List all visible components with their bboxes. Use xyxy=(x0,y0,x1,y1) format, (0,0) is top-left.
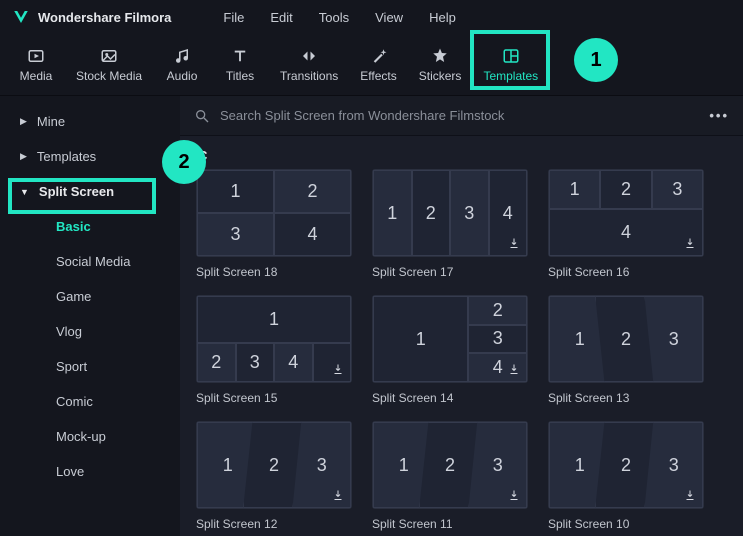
template-card[interactable]: 1 2 3 Split Screen 11 xyxy=(372,421,528,531)
template-label: Split Screen 16 xyxy=(548,265,704,279)
tool-templates[interactable]: Templates xyxy=(473,41,548,89)
tool-titles-label: Titles xyxy=(226,69,254,83)
download-icon[interactable] xyxy=(329,360,347,378)
transitions-icon xyxy=(298,47,320,65)
template-label: Split Screen 12 xyxy=(196,517,352,531)
template-thumb: 1 2 3 4 xyxy=(196,295,352,383)
menu-tools[interactable]: Tools xyxy=(319,10,349,25)
tool-stickers-label: Stickers xyxy=(419,69,462,83)
tool-effects-label: Effects xyxy=(360,69,396,83)
template-label: Split Screen 13 xyxy=(548,391,704,405)
template-card[interactable]: 1 2 3 4 Split Screen 17 xyxy=(372,169,528,279)
download-icon[interactable] xyxy=(505,486,523,504)
tool-audio-label: Audio xyxy=(167,69,198,83)
tool-transitions[interactable]: Transitions xyxy=(270,41,348,89)
toolbar: Media Stock Media Audio Titles Transitio… xyxy=(0,34,743,96)
tool-templates-label: Templates xyxy=(483,69,538,83)
annotation-badge-2: 2 xyxy=(162,140,206,184)
stock-media-icon xyxy=(98,47,120,65)
titles-icon xyxy=(229,47,251,65)
template-thumb: 1 2 3 4 xyxy=(372,169,528,257)
menu-view[interactable]: View xyxy=(375,10,403,25)
templates-icon xyxy=(500,47,522,65)
sidebar: ▶ Mine ▶ Templates ▼ Split Screen Basic … xyxy=(0,96,180,536)
sidebar-sub-love[interactable]: Love xyxy=(0,454,180,489)
download-icon[interactable] xyxy=(505,360,523,378)
template-card[interactable]: 1 2 3 4 Split Screen 18 xyxy=(196,169,352,279)
more-options-button[interactable]: ••• xyxy=(709,108,729,123)
sidebar-sub-mock-up[interactable]: Mock-up xyxy=(0,419,180,454)
template-card[interactable]: 1 2 3 Split Screen 12 xyxy=(196,421,352,531)
tool-stock-label: Stock Media xyxy=(76,69,142,83)
template-label: Split Screen 18 xyxy=(196,265,352,279)
menu-file[interactable]: File xyxy=(223,10,244,25)
category-indicator: C xyxy=(180,136,743,169)
download-icon[interactable] xyxy=(681,234,699,252)
sidebar-item-split-screen[interactable]: ▼ Split Screen xyxy=(0,174,180,209)
template-thumb: 1 2 3 4 xyxy=(196,169,352,257)
tool-media-label: Media xyxy=(20,69,53,83)
chevron-right-icon: ▶ xyxy=(20,116,27,127)
sidebar-sub-sport[interactable]: Sport xyxy=(0,349,180,384)
sidebar-sub-basic[interactable]: Basic xyxy=(0,209,180,244)
download-icon[interactable] xyxy=(505,234,523,252)
main-panel: Search Split Screen from Wondershare Fil… xyxy=(180,96,743,536)
template-thumb: 1 2 3 xyxy=(372,421,528,509)
template-label: Split Screen 15 xyxy=(196,391,352,405)
template-thumb: 1 2 3 xyxy=(548,421,704,509)
search-icon xyxy=(194,108,210,124)
template-thumb: 1 2 3 4 xyxy=(372,295,528,383)
template-label: Split Screen 10 xyxy=(548,517,704,531)
annotation-badge-1: 1 xyxy=(574,38,618,82)
search-placeholder: Search Split Screen from Wondershare Fil… xyxy=(220,108,699,123)
sidebar-sub-social-media[interactable]: Social Media xyxy=(0,244,180,279)
sidebar-item-mine[interactable]: ▶ Mine xyxy=(0,104,180,139)
audio-icon xyxy=(171,47,193,65)
effects-icon xyxy=(368,47,390,65)
sidebar-sub-comic[interactable]: Comic xyxy=(0,384,180,419)
title-bar: Wondershare Filmora File Edit Tools View… xyxy=(0,0,743,34)
app-brand: Wondershare Filmora xyxy=(12,8,171,26)
media-icon xyxy=(25,47,47,65)
template-card[interactable]: 1 2 3 Split Screen 10 xyxy=(548,421,704,531)
template-label: Split Screen 17 xyxy=(372,265,528,279)
template-thumb: 1 2 3 4 xyxy=(548,169,704,257)
app-name: Wondershare Filmora xyxy=(38,10,171,25)
stickers-icon xyxy=(429,47,451,65)
template-card[interactable]: 1 2 3 4 Split Screen 14 xyxy=(372,295,528,405)
tool-effects[interactable]: Effects xyxy=(350,41,406,89)
sidebar-sub-vlog[interactable]: Vlog xyxy=(0,314,180,349)
tool-stickers[interactable]: Stickers xyxy=(409,41,472,89)
template-card[interactable]: 1 2 3 Split Screen 13 xyxy=(548,295,704,405)
template-grid: 1 2 3 4 Split Screen 18 1 2 3 4 Split Sc… xyxy=(180,169,743,536)
menu-edit[interactable]: Edit xyxy=(270,10,292,25)
download-icon[interactable] xyxy=(681,486,699,504)
sidebar-item-label: Templates xyxy=(37,149,96,164)
sidebar-item-templates[interactable]: ▶ Templates xyxy=(0,139,180,174)
search-bar[interactable]: Search Split Screen from Wondershare Fil… xyxy=(180,96,743,136)
menu-bar: File Edit Tools View Help xyxy=(223,10,455,25)
chevron-down-icon: ▼ xyxy=(20,187,29,197)
app-logo-icon xyxy=(12,8,30,26)
chevron-right-icon: ▶ xyxy=(20,151,27,162)
tool-transitions-label: Transitions xyxy=(280,69,338,83)
tool-audio[interactable]: Audio xyxy=(154,41,210,89)
sidebar-item-label: Split Screen xyxy=(39,184,114,199)
download-icon[interactable] xyxy=(329,486,347,504)
template-card[interactable]: 1 2 3 4 Split Screen 16 xyxy=(548,169,704,279)
template-label: Split Screen 11 xyxy=(372,517,528,531)
template-card[interactable]: 1 2 3 4 Split Screen 15 xyxy=(196,295,352,405)
template-thumb: 1 2 3 xyxy=(548,295,704,383)
sidebar-sub-game[interactable]: Game xyxy=(0,279,180,314)
sidebar-item-label: Mine xyxy=(37,114,65,129)
template-thumb: 1 2 3 xyxy=(196,421,352,509)
tool-media[interactable]: Media xyxy=(8,41,64,89)
template-label: Split Screen 14 xyxy=(372,391,528,405)
tool-stock-media[interactable]: Stock Media xyxy=(66,41,152,89)
tool-titles[interactable]: Titles xyxy=(212,41,268,89)
menu-help[interactable]: Help xyxy=(429,10,456,25)
